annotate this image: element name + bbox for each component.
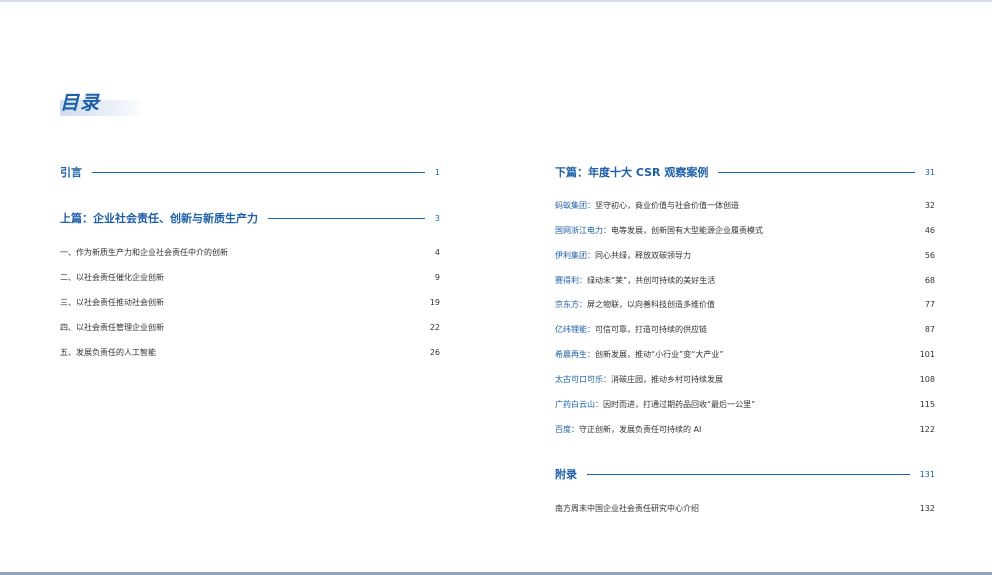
case-text: 同心共绿，释放双碳领导力 bbox=[595, 250, 691, 260]
toc-section-part2[interactable]: 下篇：年度十大 CSR 观察案例 31 bbox=[555, 162, 935, 182]
toc-case-entry[interactable]: 百度：守正创新，发展负责任可持续的 AI 122 bbox=[555, 421, 935, 437]
toc-entry[interactable]: 一、作为新质生产力和企业社会责任中介的创新 4 bbox=[60, 244, 440, 260]
entry-text: 一、作为新质生产力和企业社会责任中介的创新 bbox=[60, 247, 228, 257]
toc-entry[interactable]: 三、以社会责任推动社会创新 19 bbox=[60, 294, 440, 310]
entry-page-number: 115 bbox=[919, 399, 935, 409]
toc-section-appendix[interactable]: 附录 131 bbox=[555, 464, 935, 484]
case-company: 亿纬锂能： bbox=[555, 324, 595, 334]
case-text: 绿动未“莱”，共创可持续的美好生活 bbox=[587, 275, 716, 285]
case-text: 创新发展，推动“小行业”变“大产业” bbox=[595, 349, 724, 359]
entry-text: 五、发展负责任的人工智能 bbox=[60, 347, 156, 357]
section-title: 上篇：企业社会责任、创新与新质生产力 bbox=[60, 212, 258, 225]
section-rule bbox=[587, 473, 910, 475]
entry-page-number: 4 bbox=[434, 247, 440, 257]
case-company: 伊利集团： bbox=[555, 250, 595, 260]
section-title: 引言 bbox=[60, 166, 82, 179]
entry-page-number: 9 bbox=[434, 272, 440, 282]
page-title: 目录 bbox=[60, 92, 101, 114]
case-company: 广药白云山： bbox=[555, 399, 603, 409]
case-company: 太古可口可乐： bbox=[555, 374, 611, 384]
toc-case-entry[interactable]: 京东方：屏之物联，以向善科技创造多维价值 77 bbox=[555, 296, 935, 312]
section-page-number: 3 bbox=[434, 213, 440, 223]
entry-page-number: 101 bbox=[919, 349, 935, 359]
entry-text: 三、以社会责任推动社会创新 bbox=[60, 297, 164, 307]
case-text: 电等发展，创新国有大型能源企业履责模式 bbox=[611, 225, 763, 235]
toc-case-entry[interactable]: 伊利集团：同心共绿，释放双碳领导力 56 bbox=[555, 247, 935, 263]
case-text: 因时而进，打通过期药品回收“最后一公里” bbox=[603, 399, 756, 409]
entry-page-number: 22 bbox=[429, 322, 440, 332]
toc-heading: 目录 bbox=[60, 88, 140, 116]
toc-entry[interactable]: 南方周末中国企业社会责任研究中心介绍 132 bbox=[555, 500, 935, 516]
entry-text: 二、以社会责任催化企业创新 bbox=[60, 272, 164, 282]
entry-page-number: 56 bbox=[924, 250, 935, 260]
section-rule bbox=[718, 171, 915, 173]
toc-case-entry[interactable]: 赛得利：绿动未“莱”，共创可持续的美好生活 68 bbox=[555, 272, 935, 288]
entry-text: 四、以社会责任管理企业创新 bbox=[60, 322, 164, 332]
case-text: 坚守初心，商业价值与社会价值一体创造 bbox=[595, 200, 739, 210]
case-text: 消碳庄园，推动乡村可持续发展 bbox=[611, 374, 723, 384]
section-page-number: 31 bbox=[924, 167, 935, 177]
entry-page-number: 132 bbox=[919, 503, 935, 513]
toc-case-entry[interactable]: 亿纬锂能：可信可靠，打造可持续的供应链 87 bbox=[555, 321, 935, 337]
case-company: 赛得利： bbox=[555, 275, 587, 285]
case-company: 京东方： bbox=[555, 299, 587, 309]
toc-case-entry[interactable]: 希晨再生：创新发展，推动“小行业”变“大产业” 101 bbox=[555, 346, 935, 362]
entry-page-number: 77 bbox=[924, 299, 935, 309]
toc-section-intro[interactable]: 引言 1 bbox=[60, 162, 440, 182]
entry-page-number: 68 bbox=[924, 275, 935, 285]
toc-section-part1[interactable]: 上篇：企业社会责任、创新与新质生产力 3 bbox=[60, 208, 440, 228]
case-company: 希晨再生： bbox=[555, 349, 595, 359]
toc-entry[interactable]: 二、以社会责任催化企业创新 9 bbox=[60, 269, 440, 285]
section-title: 下篇：年度十大 CSR 观察案例 bbox=[555, 166, 709, 179]
entry-page-number: 26 bbox=[429, 347, 440, 357]
entry-page-number: 32 bbox=[924, 200, 935, 210]
page-top-border bbox=[0, 0, 992, 2]
section-page-number: 1 bbox=[434, 167, 440, 177]
case-company: 国网浙江电力： bbox=[555, 225, 611, 235]
entry-page-number: 122 bbox=[919, 424, 935, 434]
case-text: 屏之物联，以向善科技创造多维价值 bbox=[587, 299, 715, 309]
toc-case-entry[interactable]: 广药白云山：因时而进，打通过期药品回收“最后一公里” 115 bbox=[555, 396, 935, 412]
toc-entry[interactable]: 五、发展负责任的人工智能 26 bbox=[60, 344, 440, 360]
case-company: 蚂蚁集团： bbox=[555, 200, 595, 210]
toc-case-entry[interactable]: 太古可口可乐：消碳庄园，推动乡村可持续发展 108 bbox=[555, 371, 935, 387]
case-text: 可信可靠，打造可持续的供应链 bbox=[595, 324, 707, 334]
entry-text: 南方周末中国企业社会责任研究中心介绍 bbox=[555, 503, 699, 513]
section-page-number: 131 bbox=[919, 469, 935, 479]
entry-page-number: 46 bbox=[924, 225, 935, 235]
entry-page-number: 108 bbox=[919, 374, 935, 384]
toc-case-entry[interactable]: 蚂蚁集团：坚守初心，商业价值与社会价值一体创造 32 bbox=[555, 197, 935, 213]
toc-entry[interactable]: 四、以社会责任管理企业创新 22 bbox=[60, 319, 440, 335]
case-text: 守正创新，发展负责任可持续的 AI bbox=[579, 424, 702, 434]
case-company: 百度： bbox=[555, 424, 579, 434]
entry-page-number: 19 bbox=[429, 297, 440, 307]
entry-page-number: 87 bbox=[924, 324, 935, 334]
toc-case-entry[interactable]: 国网浙江电力：电等发展，创新国有大型能源企业履责模式 46 bbox=[555, 222, 935, 238]
section-rule bbox=[92, 171, 425, 173]
section-rule bbox=[268, 217, 425, 219]
section-title: 附录 bbox=[555, 468, 577, 481]
